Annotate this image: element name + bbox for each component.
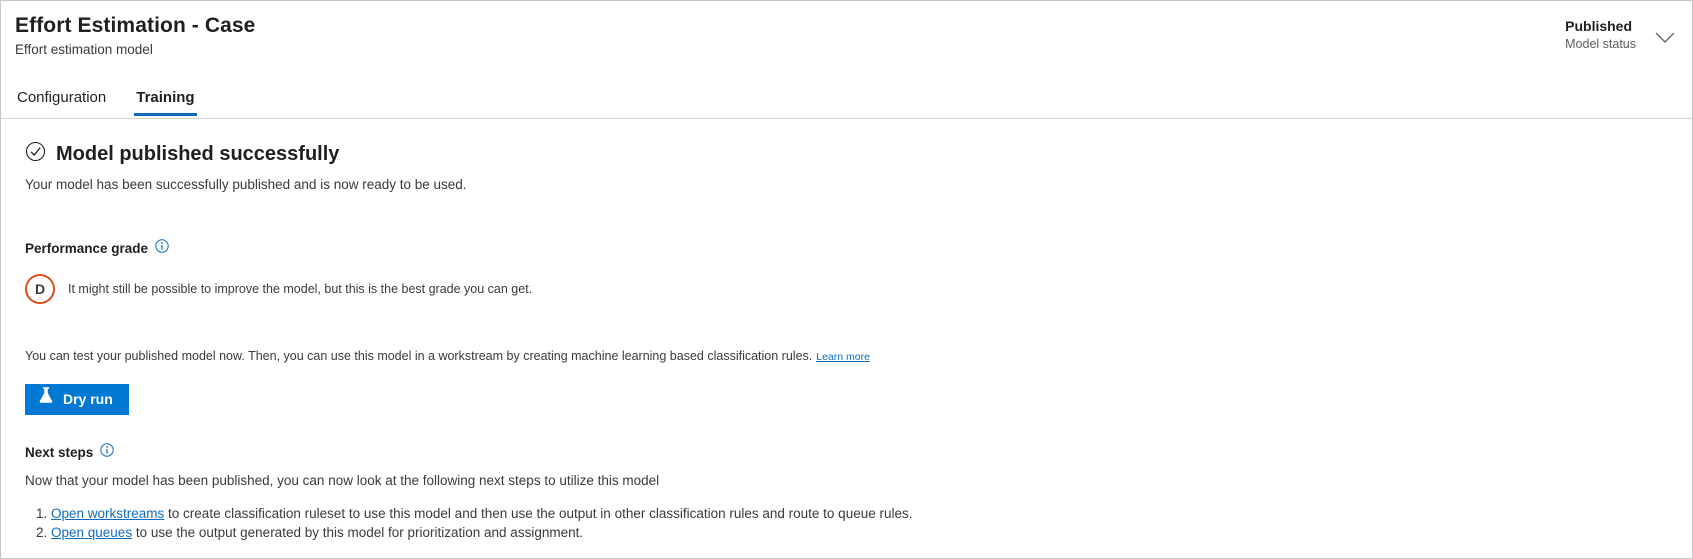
page-subtitle: Effort estimation model — [15, 42, 153, 57]
check-circle-icon — [25, 141, 46, 167]
list-item: Open queues to use the output generated … — [51, 523, 1668, 542]
tab-training-label: Training — [136, 89, 195, 106]
success-banner: Model published successfully — [25, 141, 1668, 167]
list-item: Open workstreams to create classificatio… — [51, 504, 1668, 523]
success-banner-title: Model published successfully — [56, 143, 340, 165]
list-item-text: to create classification ruleset to use … — [164, 506, 913, 521]
model-status-block: Published Model status — [1565, 17, 1636, 53]
performance-grade-row: D It might still be possible to improve … — [25, 274, 1668, 304]
performance-grade-label: Performance grade — [25, 240, 149, 256]
main-content: Model published successfully Your model … — [1, 119, 1692, 542]
model-status-value: Published — [1565, 18, 1633, 34]
page-title: Effort Estimation - Case — [15, 14, 256, 37]
success-banner-description: Your model has been successfully publish… — [25, 177, 467, 192]
performance-grade-header: Performance grade — [25, 239, 1668, 258]
page-header: Effort Estimation - Case Effort estimati… — [1, 1, 1692, 119]
info-icon[interactable] — [155, 239, 169, 258]
dry-run-button-label: Dry run — [63, 391, 113, 407]
next-steps-list: Open workstreams to create classificatio… — [25, 504, 1668, 542]
list-item-text: to use the output generated by this mode… — [132, 525, 584, 540]
tab-configuration-label: Configuration — [17, 89, 107, 106]
dry-run-button[interactable]: Dry run — [25, 384, 129, 415]
tab-list: Configuration Training — [15, 82, 197, 118]
info-icon[interactable] — [100, 443, 114, 462]
test-model-text: You can test your published model now. T… — [25, 347, 1668, 366]
chevron-down-icon[interactable] — [1650, 23, 1680, 53]
next-steps-header: Next steps — [25, 443, 1668, 462]
next-steps-label: Next steps — [25, 444, 94, 460]
next-steps-description: Now that your model has been published, … — [25, 473, 660, 488]
model-status-label: Model status — [1565, 37, 1636, 51]
open-workstreams-link[interactable]: Open workstreams — [51, 506, 164, 521]
grade-description: It might still be possible to improve th… — [68, 282, 533, 296]
tab-configuration[interactable]: Configuration — [15, 82, 108, 118]
tab-training[interactable]: Training — [134, 82, 197, 118]
grade-badge: D — [25, 274, 55, 304]
test-model-sentence: You can test your published model now. T… — [25, 349, 813, 363]
flask-icon — [38, 384, 54, 415]
learn-more-link[interactable]: Learn more — [816, 351, 870, 363]
open-queues-link[interactable]: Open queues — [51, 525, 132, 540]
model-training-page: Effort Estimation - Case Effort estimati… — [0, 0, 1693, 559]
